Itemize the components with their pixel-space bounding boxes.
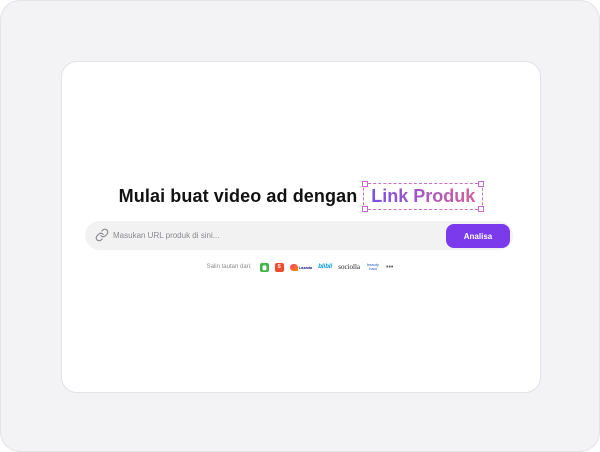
sources-label: Salin tautan dari: bbox=[206, 264, 252, 270]
marketplace-sources: Salin tautan dari: S Lazada blibli socio… bbox=[0, 260, 600, 274]
selection-box bbox=[363, 182, 484, 210]
link-icon bbox=[95, 228, 109, 242]
headline: Mulai buat video ad dengan Link Produk bbox=[0, 179, 600, 213]
product-url-input[interactable] bbox=[113, 225, 443, 246]
resize-handle-bottom-right bbox=[478, 205, 485, 212]
resize-handle-top-left bbox=[362, 180, 369, 187]
more-sources-icon[interactable]: ••• bbox=[386, 264, 393, 271]
analisa-button[interactable]: Analisa bbox=[446, 224, 510, 248]
resize-handle-bottom-left bbox=[362, 205, 369, 212]
lazada-logo-text: Lazada bbox=[298, 264, 313, 270]
beautyhaul-logo[interactable]: beauty haul bbox=[366, 263, 380, 271]
lazada-heart-icon bbox=[289, 263, 298, 271]
sociolla-logo[interactable]: sociolla bbox=[338, 263, 360, 271]
headline-accent-selection: Link Produk bbox=[362, 180, 485, 212]
lazada-logo[interactable]: Lazada bbox=[289, 263, 313, 272]
resize-handle-top-right bbox=[478, 180, 485, 187]
blibli-logo[interactable]: blibli bbox=[318, 264, 332, 270]
shopee-logo[interactable]: S bbox=[274, 262, 284, 272]
tokopedia-bag-icon bbox=[262, 264, 267, 270]
tokopedia-logo[interactable] bbox=[259, 262, 269, 272]
headline-text: Mulai buat video ad dengan bbox=[118, 185, 358, 206]
